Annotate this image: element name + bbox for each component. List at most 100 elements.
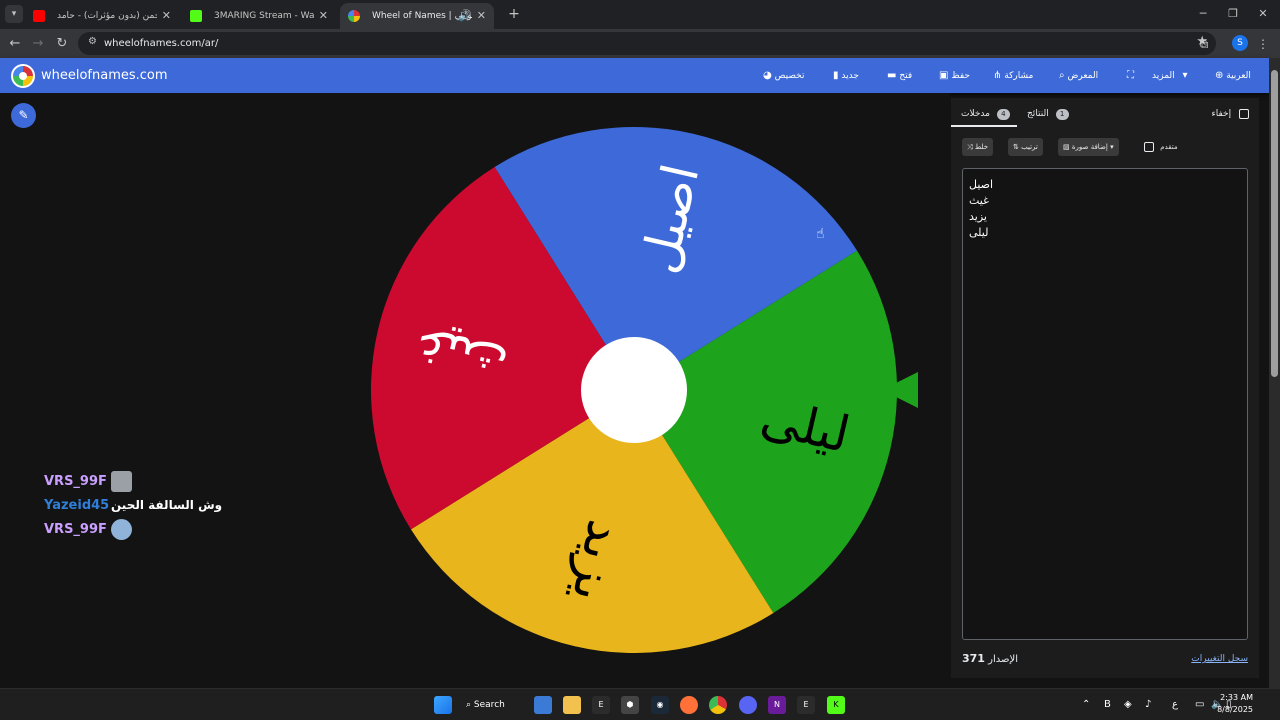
tab-entries[interactable]: مدخلات 4 [961, 106, 1010, 122]
tab-search-icon[interactable]: ▾ [5, 5, 23, 23]
tray-app-icon[interactable]: B [1104, 696, 1111, 714]
new-button[interactable]: ▮ جديد [828, 58, 859, 93]
forward-icon[interactable]: → [28, 34, 48, 54]
add-image-dropdown[interactable]: ▨ إضافة صورة ▾ [1058, 138, 1119, 156]
chat-username: VRS_99F [44, 522, 107, 537]
network-icon[interactable]: ▭ [1195, 696, 1204, 714]
version-number: 371 [962, 652, 985, 665]
browser-tab-youtube[interactable]: يالله يارحمن (بدون مؤثرات) - حامد ✕ [25, 3, 179, 29]
new-label: جديد [841, 71, 859, 81]
close-tab-icon[interactable]: ✕ [162, 3, 171, 29]
site-name[interactable]: wheelofnames.com [41, 58, 168, 93]
browser-toolbar: ← → ↻ ⚙ wheelofnames.com/ar/ ★ [0, 29, 1280, 58]
minimize-icon[interactable]: ─ [1188, 4, 1218, 24]
advanced-label: متقدم [1160, 143, 1178, 151]
image-icon: ▨ [1063, 143, 1070, 151]
screen: ▾ يالله يارحمن (بدون مؤثرات) - حامد ✕ 3M… [0, 0, 1280, 720]
edit-pencil-icon[interactable]: ✎ [11, 103, 36, 128]
browser-tab-kick[interactable]: 3MARING Stream - Watch Live ✕ [182, 3, 336, 29]
profile-avatar[interactable]: S [1232, 35, 1248, 51]
chat-emote-icon [111, 519, 132, 540]
file-icon: ▮ [833, 70, 839, 81]
clock-time: 2:33 AM [1220, 693, 1253, 702]
version-label: الإصدار [988, 654, 1018, 665]
browser-menu-icon[interactable]: ⋮ [1253, 34, 1273, 54]
chrome-icon[interactable] [709, 696, 727, 714]
youtube-favicon-icon [33, 10, 45, 22]
back-icon[interactable]: ← [5, 34, 25, 54]
share-icon: ⋔ [993, 70, 1002, 81]
active-tab-indicator [951, 125, 1017, 127]
share-button[interactable]: ⋔ مشاركة [988, 58, 1033, 93]
reload-icon[interactable]: ↻ [52, 34, 72, 54]
file-explorer-icon[interactable] [563, 696, 581, 714]
wheel[interactable]: اصيل ليلى يزيد غيث [371, 127, 897, 653]
sort-button[interactable]: ⇅ ترتيب [1008, 138, 1043, 156]
site-info-icon[interactable]: ⚙ [88, 36, 97, 47]
kick-favicon-icon [190, 10, 202, 22]
hide-panel-checkbox[interactable]: إخفاء [1212, 106, 1249, 122]
browser-tab-wheel-of-names[interactable]: Wheel of Names | العشوائي 🔊 ✕ [340, 3, 494, 29]
search-icon: ⌕ [1059, 70, 1065, 81]
results-count-badge: 1 [1055, 109, 1069, 120]
shuffle-label: خلط [974, 143, 989, 151]
fullscreen-button[interactable]: ⛶ [1122, 58, 1134, 93]
customize-label: تخصيص [774, 71, 805, 81]
speaker-icon[interactable]: 🔊 [458, 3, 472, 29]
kick-icon[interactable]: K [827, 696, 845, 714]
windows-taskbar: ⌕ Search E ⬢ ◉ N E K ⌃ B ◈ ♪ ع ▭ 🔈 ▯ 2:3… [0, 688, 1280, 720]
windows-start-icon[interactable] [434, 696, 452, 714]
store-icon[interactable] [534, 696, 552, 714]
sort-label: ترتيب [1021, 143, 1038, 151]
epic-launcher-icon[interactable]: E [797, 696, 815, 714]
taskbar-clock[interactable]: 2:33 AM 8/8/2025 [1217, 692, 1253, 716]
close-window-icon[interactable]: ✕ [1248, 4, 1278, 24]
open-label: فتح [899, 71, 913, 81]
customize-button[interactable]: ◕ تخصيص [758, 58, 804, 93]
input-language[interactable]: ع [1172, 696, 1178, 714]
app-cube-icon[interactable]: ⬢ [621, 696, 639, 714]
clock-date: 8/8/2025 [1217, 705, 1253, 714]
open-button[interactable]: ▬ فتح [882, 58, 912, 93]
changelog-link[interactable]: سجل التغييرات [1191, 651, 1248, 667]
chat-emote-icon [111, 471, 132, 492]
folder-icon: ▬ [887, 70, 897, 81]
entry-line: اصيل [969, 178, 994, 191]
extensions-icon[interactable]: ⧉ [1194, 34, 1214, 54]
tab-results[interactable]: النتائج 1 [1027, 106, 1069, 122]
taskbar-search[interactable]: ⌕ Search [466, 694, 522, 716]
tray-shield-icon[interactable]: ◈ [1124, 696, 1132, 714]
wheel-center-button[interactable] [581, 337, 687, 443]
shuffle-button[interactable]: ⤨ خلط [962, 138, 994, 156]
save-button[interactable]: ▣ حفظ [934, 58, 970, 93]
page-scrollbar[interactable] [1269, 58, 1280, 688]
results-tab-label: النتائج [1027, 109, 1049, 119]
steam-icon[interactable]: ◉ [651, 696, 669, 714]
tab-title: 3MARING Stream - Watch Live [214, 11, 314, 21]
entries-panel: مدخلات 4 النتائج 1 إخفاء ⤨ خلط ⇅ ترتيب ▨… [951, 98, 1259, 678]
chat-text: وش السالفة الحين [111, 498, 223, 512]
restore-icon[interactable]: ❐ [1218, 4, 1248, 24]
new-tab-button[interactable]: + [505, 5, 523, 23]
entries-textarea[interactable]: اصيل غيث يزيد ليلى [962, 168, 1248, 640]
epic-games-icon[interactable]: E [592, 696, 610, 714]
more-menu-button[interactable]: المزيد ▾ [1152, 58, 1188, 93]
version-info: 371 الإصدار [962, 651, 1018, 668]
advanced-checkbox[interactable]: متقدم [1139, 138, 1183, 156]
microphone-icon[interactable]: ♪ [1145, 696, 1151, 714]
discord-icon[interactable] [739, 696, 757, 714]
firefox-icon[interactable] [680, 696, 698, 714]
chat-message: Yazeid45 وش السالفة الحين [44, 494, 284, 517]
language-button[interactable]: ⊕ العربية [1210, 58, 1251, 93]
share-label: مشاركة [1004, 71, 1034, 81]
address-bar[interactable]: ⚙ wheelofnames.com/ar/ ★ [78, 32, 1216, 55]
chat-username: Yazeid45 [44, 498, 110, 513]
tray-chevron-icon[interactable]: ⌃ [1082, 696, 1090, 714]
scrollbar-thumb[interactable] [1271, 70, 1278, 377]
nzxt-icon[interactable]: N [768, 696, 786, 714]
close-tab-icon[interactable]: ✕ [477, 3, 486, 29]
gallery-button[interactable]: ⌕ المعرض [1054, 58, 1098, 93]
wheel-svg[interactable]: اصيلليلىيزيدغيث [371, 127, 897, 653]
taskbar-search-label: Search [473, 700, 505, 710]
close-tab-icon[interactable]: ✕ [319, 3, 328, 29]
